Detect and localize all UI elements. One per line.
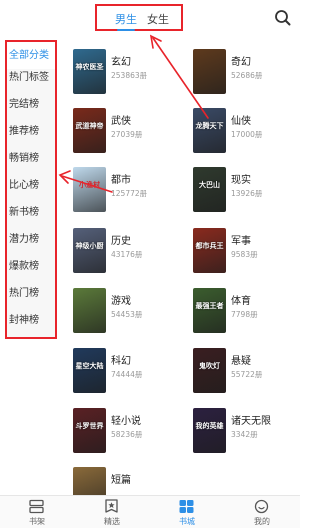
- search-button[interactable]: [272, 7, 294, 29]
- tab-male[interactable]: 男生: [115, 11, 137, 27]
- category-count: 7798册: [231, 310, 258, 319]
- category-name: 悬疑: [231, 356, 251, 367]
- category-count: 3342册: [231, 430, 258, 439]
- book-cover: 武道神帝: [73, 108, 106, 153]
- nav-bookstore[interactable]: 书城: [150, 496, 224, 528]
- category-card[interactable]: 短篇: [73, 467, 183, 495]
- nav-label: 我的: [254, 517, 270, 526]
- sidebar-item-heart[interactable]: 比心榜: [7, 172, 55, 199]
- nav-bookshelf[interactable]: 书架: [0, 496, 74, 528]
- profile-icon: [254, 499, 269, 514]
- book-cover: 神农医圣: [73, 49, 106, 94]
- nav-label: 精选: [104, 517, 120, 526]
- category-name: 仙侠: [231, 116, 251, 127]
- book-cover: 都市兵王: [193, 228, 226, 273]
- book-cover: [73, 288, 106, 333]
- book-cover: 鬼吹灯: [193, 348, 226, 393]
- category-name: 短篇: [111, 475, 131, 486]
- active-tab-indicator: [117, 29, 135, 31]
- category-name: 体育: [231, 296, 251, 307]
- category-count: 74444册: [111, 370, 143, 379]
- category-card[interactable]: 龙腾天下 仙侠 17000册: [193, 108, 293, 168]
- category-count: 253863册: [111, 71, 148, 80]
- category-card[interactable]: 最强王者 体育 7798册: [193, 288, 293, 348]
- category-card[interactable]: 神级小厨 历史 43176册: [73, 228, 183, 288]
- category-count: 52686册: [231, 71, 263, 80]
- sidebar-item-recommended[interactable]: 推荐榜: [7, 118, 55, 145]
- category-card[interactable]: 鬼吹灯 悬疑 55722册: [193, 348, 293, 408]
- category-sidebar: 全部分类 热门标签 完结榜 推荐榜 畅销榜 比心榜 新书榜 潜力榜 爆款榜 热门…: [5, 40, 57, 339]
- sidebar-item-potential[interactable]: 潜力榜: [7, 226, 55, 253]
- top-header: 男生 女生: [0, 0, 300, 38]
- sidebar-item-hall-of-fame[interactable]: 封神榜: [7, 307, 55, 334]
- category-count: 13926册: [231, 189, 263, 198]
- category-card[interactable]: 武道神帝 武侠 27039册: [73, 108, 183, 168]
- gender-tabs: 男生 女生: [95, 4, 183, 31]
- book-cover: 神级小厨: [73, 228, 106, 273]
- search-icon: [275, 10, 291, 26]
- category-card[interactable]: 大巴山 现实 13926册: [193, 167, 293, 227]
- book-cover: 星空大陆: [73, 348, 106, 393]
- sidebar-item-new-books[interactable]: 新书榜: [7, 199, 55, 226]
- category-card[interactable]: 我的英雄 诸天无限 3342册: [193, 408, 293, 468]
- annotation-arrowhead: [58, 170, 71, 184]
- category-card[interactable]: 斗罗世界 轻小说 58236册: [73, 408, 183, 468]
- category-name: 游戏: [111, 296, 131, 307]
- category-count: 17000册: [231, 130, 263, 139]
- sidebar-item-hot-tags[interactable]: 热门标签: [7, 64, 55, 91]
- category-card[interactable]: 奇幻 52686册: [193, 49, 293, 109]
- category-name: 轻小说: [111, 416, 141, 427]
- category-card[interactable]: 游戏 54453册: [73, 288, 183, 348]
- category-name: 都市: [111, 175, 131, 186]
- book-cover: 斗罗世界: [73, 408, 106, 453]
- bookstore-icon: [179, 500, 194, 513]
- bookshelf-icon: [29, 499, 44, 514]
- sidebar-item-bestseller[interactable]: 畅销榜: [7, 145, 55, 172]
- category-name: 武侠: [111, 116, 131, 127]
- category-name: 现实: [231, 175, 251, 186]
- nav-profile[interactable]: 我的: [225, 496, 299, 528]
- category-card[interactable]: 神农医圣 玄幻 253863册: [73, 49, 183, 109]
- category-card[interactable]: 星空大陆 科幻 74444册: [73, 348, 183, 408]
- category-count: 125772册: [111, 189, 148, 198]
- book-cover: 大巴山: [193, 167, 226, 212]
- tab-female[interactable]: 女生: [147, 11, 169, 27]
- book-cover: [73, 467, 106, 495]
- book-cover: 我的英雄: [193, 408, 226, 453]
- nav-featured[interactable]: 精选: [75, 496, 149, 528]
- nav-label: 书架: [29, 517, 45, 526]
- category-name: 奇幻: [231, 57, 251, 68]
- category-count: 27039册: [111, 130, 143, 139]
- book-cover: 小渔村: [73, 167, 106, 212]
- category-count: 43176册: [111, 250, 143, 259]
- category-count: 54453册: [111, 310, 143, 319]
- bottom-navigation: 书架 精选 书城 我的: [0, 495, 300, 528]
- sidebar-item-completed[interactable]: 完结榜: [7, 91, 55, 118]
- sidebar-item-viral[interactable]: 爆款榜: [7, 253, 55, 280]
- category-count: 55722册: [231, 370, 263, 379]
- category-card[interactable]: 都市兵王 军事 9583册: [193, 228, 293, 288]
- category-name: 军事: [231, 236, 251, 247]
- nav-label: 书城: [179, 517, 195, 526]
- category-name: 历史: [111, 236, 131, 247]
- book-cover: 龙腾天下: [193, 108, 226, 153]
- sidebar-item-popular[interactable]: 热门榜: [7, 280, 55, 307]
- category-count: 58236册: [111, 430, 143, 439]
- category-name: 科幻: [111, 356, 131, 367]
- category-count: 9583册: [231, 250, 258, 259]
- book-cover: 最强王者: [193, 288, 226, 333]
- star-badge-icon: [105, 499, 118, 513]
- category-name: 玄幻: [111, 57, 131, 68]
- category-card[interactable]: 小渔村 都市 125772册: [73, 167, 183, 227]
- book-cover: [193, 49, 226, 94]
- category-name: 诸天无限: [231, 416, 271, 427]
